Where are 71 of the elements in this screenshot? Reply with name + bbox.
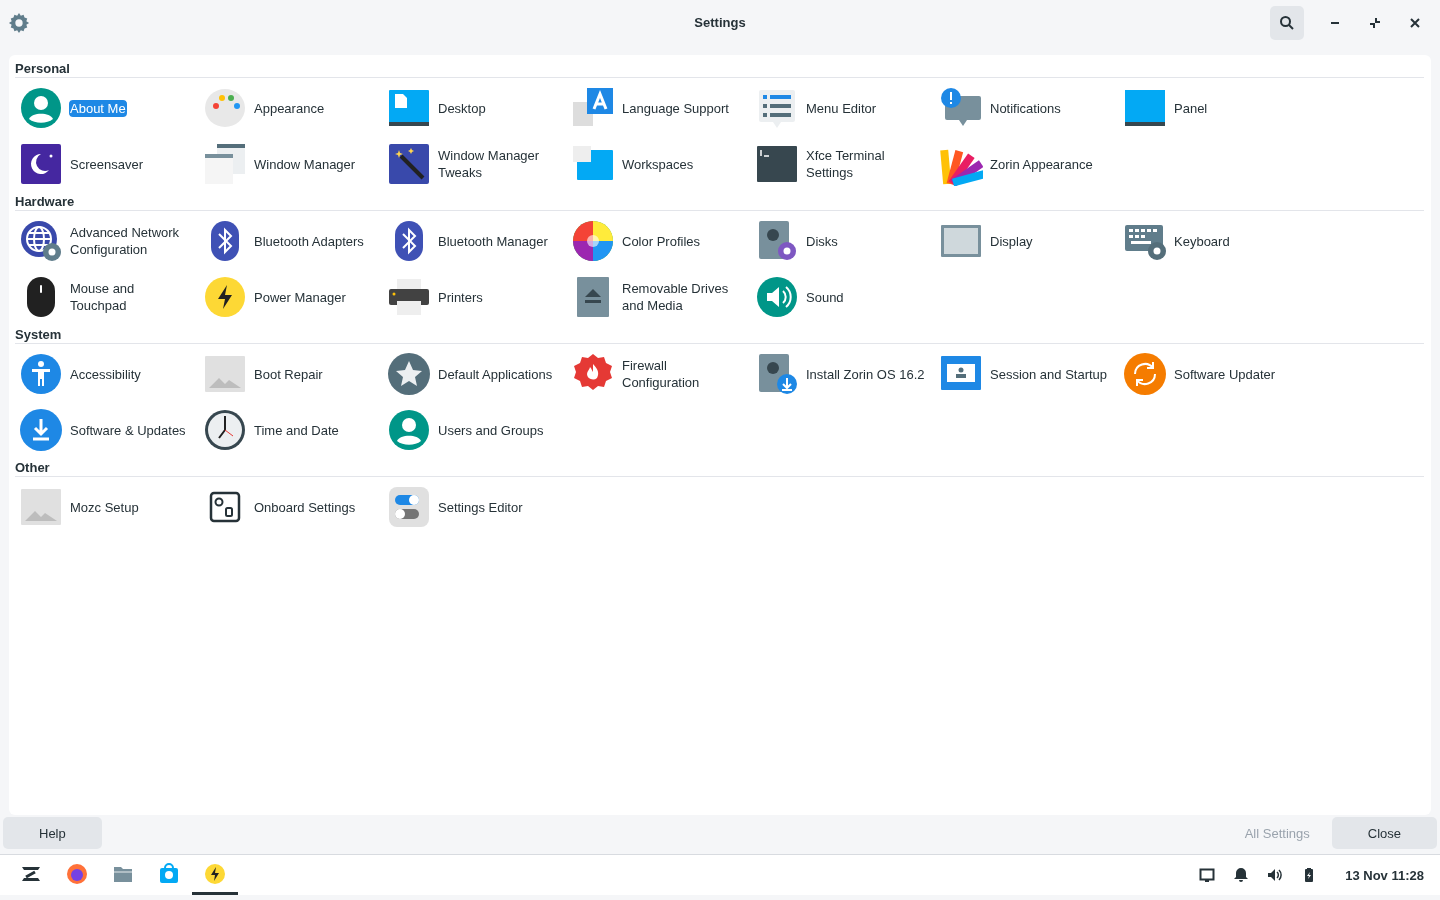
settings-item[interactable]: Desktop — [383, 80, 567, 136]
wand-icon — [387, 142, 431, 186]
colorwheel-icon — [571, 219, 615, 263]
accessibility-icon — [19, 352, 63, 396]
network-icon — [19, 219, 63, 263]
settings-item[interactable]: Time and Date — [199, 402, 383, 458]
sound-icon — [755, 275, 799, 319]
settings-item[interactable]: Menu Editor — [751, 80, 935, 136]
bell-icon[interactable] — [1233, 867, 1250, 883]
settings-item[interactable]: Window Manager — [199, 136, 383, 192]
settings-item[interactable]: Bluetooth Adapters — [199, 213, 383, 269]
close-button[interactable]: Close — [1331, 817, 1437, 849]
settings-item[interactable]: Language Support — [567, 80, 751, 136]
window-title: Settings — [694, 15, 746, 30]
settings-item[interactable]: Printers — [383, 269, 567, 325]
section-heading: System — [15, 327, 1424, 344]
settings-icon — [8, 11, 30, 34]
settings-item[interactable]: Notifications — [935, 80, 1119, 136]
minimize-icon — [1329, 21, 1341, 24]
search-icon — [1279, 14, 1295, 31]
settings-item[interactable]: Display — [935, 213, 1119, 269]
settings-item[interactable]: Onboard Settings — [199, 479, 383, 535]
moon-icon — [19, 142, 63, 186]
close-icon — [1409, 16, 1421, 29]
palette-icon — [203, 86, 247, 130]
screen-icon[interactable] — [1199, 867, 1216, 883]
person-icon — [19, 86, 63, 130]
settings-item[interactable]: Power Manager — [199, 269, 383, 325]
toggles-icon — [387, 485, 431, 529]
settings-item[interactable]: Mozc Setup — [15, 479, 199, 535]
settings-item[interactable]: Window Manager Tweaks — [383, 136, 567, 192]
settings-item[interactable]: Software Updater — [1119, 346, 1303, 402]
settings-item[interactable]: About Me — [15, 80, 199, 136]
settings-item[interactable]: Bluetooth Manager — [383, 213, 567, 269]
settings-item[interactable]: Color Profiles — [567, 213, 751, 269]
settings-item[interactable]: Boot Repair — [199, 346, 383, 402]
clock-icon — [203, 408, 247, 452]
windows-icon — [203, 142, 247, 186]
settings-item[interactable]: Removable Drives and Media — [567, 269, 751, 325]
person-icon — [387, 408, 431, 452]
settings-item[interactable]: Install Zorin OS 16.2 — [751, 346, 935, 402]
settings-item[interactable]: Disks — [751, 213, 935, 269]
search-button[interactable] — [1270, 5, 1304, 40]
download-icon — [19, 408, 63, 452]
settings-item[interactable]: Sound — [751, 269, 935, 325]
settings-item[interactable]: Zorin Appearance — [935, 136, 1119, 192]
settings-item[interactable]: Advanced Network Configuration — [15, 213, 199, 269]
settings-item[interactable]: Workspaces — [567, 136, 751, 192]
settings-item[interactable]: Accessibility — [15, 346, 199, 402]
settings-item[interactable]: Settings Editor — [383, 479, 567, 535]
help-button[interactable]: Help — [3, 817, 102, 849]
updater-icon — [1123, 352, 1167, 396]
power-icon[interactable] — [203, 861, 227, 886]
settings-item[interactable]: Xfce Terminal Settings — [751, 136, 935, 192]
restore-icon — [1369, 16, 1381, 29]
section-heading: Personal — [15, 61, 1424, 78]
settings-item[interactable]: Keyboard — [1119, 213, 1303, 269]
power-icon — [203, 275, 247, 319]
settings-item[interactable]: Firewall Configuration — [567, 346, 751, 402]
settings-item[interactable]: Screensaver — [15, 136, 199, 192]
settings-item[interactable]: Users and Groups — [383, 402, 567, 458]
settings-item[interactable]: Appearance — [199, 80, 383, 136]
section-heading: Hardware — [15, 194, 1424, 211]
section-heading: Other — [15, 460, 1424, 477]
settings-item[interactable]: Mouse and Touchpad — [15, 269, 199, 325]
volume-icon[interactable] — [1267, 867, 1284, 883]
settings-item[interactable]: Default Applications — [383, 346, 567, 402]
settings-item[interactable]: Panel — [1119, 80, 1303, 136]
settings-item[interactable]: Session and Startup — [935, 346, 1119, 402]
settings-item[interactable]: Software & Updates — [15, 402, 199, 458]
clock[interactable]: 13 Nov 11:28 — [1345, 867, 1424, 883]
